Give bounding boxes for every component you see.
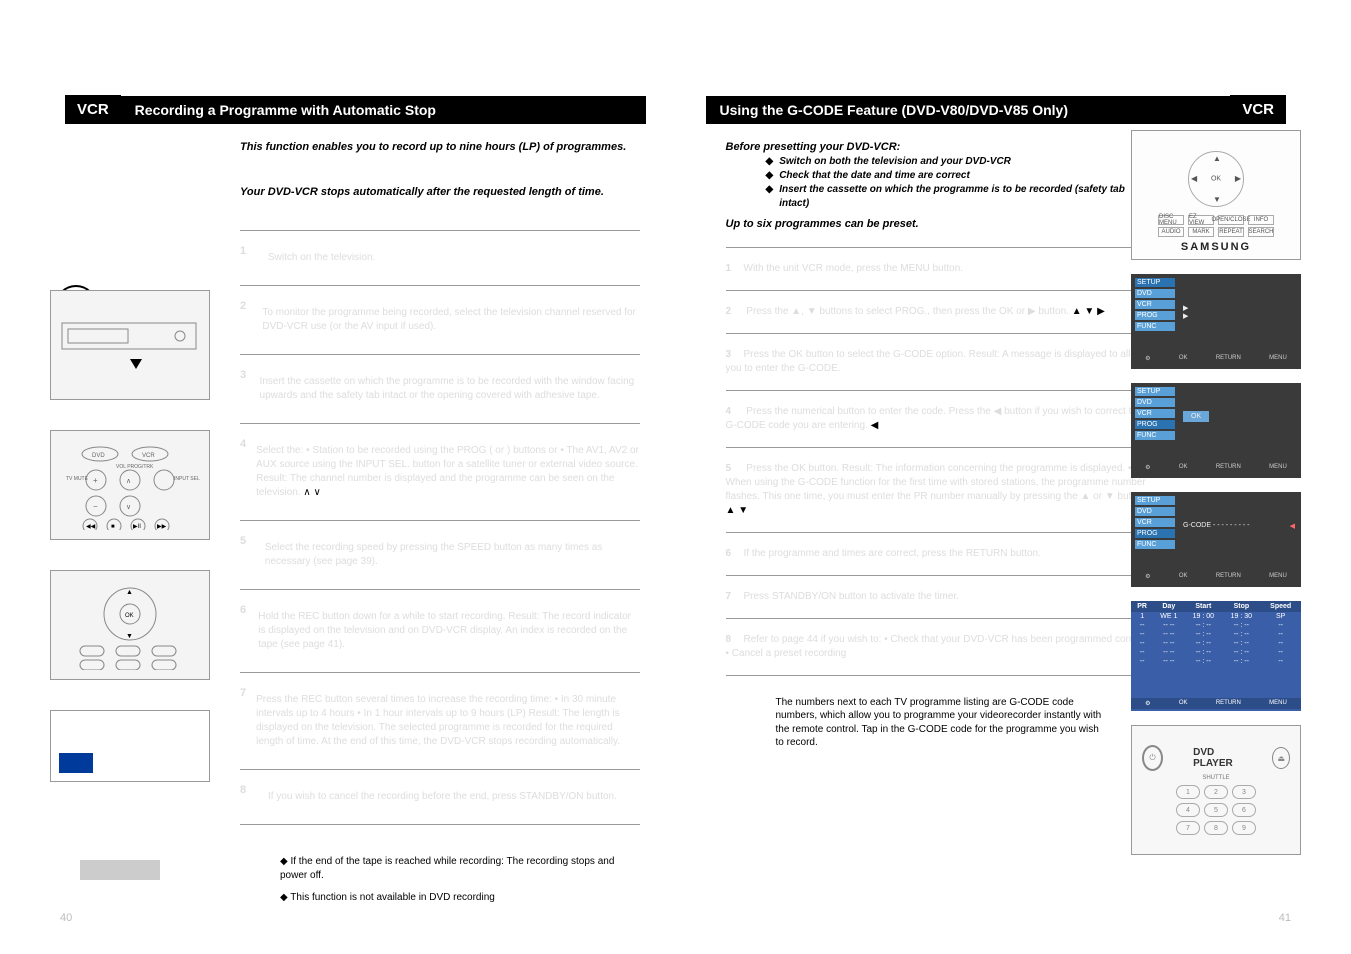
down-triangle-icon: ▼ — [1084, 306, 1094, 317]
schedule-row: ---- ---- : ---- : ---- — [1131, 648, 1301, 657]
right-body: Before presetting your DVD-VCR: Switch o… — [726, 140, 1156, 750]
left-page: DVD VCR + − ∧ ∨ TV MUTE INPUT SEL. VOL P… — [40, 90, 656, 905]
step-4: Select the: • Station to be recorded usi… — [256, 444, 640, 500]
page-number-right: 41 — [1279, 912, 1291, 924]
step-3: Insert the cassette on which the program… — [260, 375, 640, 403]
remote-dpad-icon: OK ▲ ▼ — [60, 580, 200, 670]
note-1: If the end of the tape is reached while … — [280, 855, 640, 883]
schedule-table: PR Day Start Stop Speed 1WE 119 : 0019 :… — [1131, 601, 1301, 666]
svg-text:■: ■ — [111, 524, 115, 530]
svg-text:VCR: VCR — [142, 453, 155, 459]
schedule-table-osd: PR Day Start Stop Speed 1WE 119 : 0019 :… — [1131, 601, 1301, 711]
vcr-panel-icon — [60, 315, 200, 375]
remote-upper-icon: DVD VCR + − ∧ ∨ TV MUTE INPUT SEL. VOL P… — [60, 440, 200, 530]
pre-item-1: Switch on both the television and your D… — [766, 155, 1156, 169]
ok-chip: OK — [1183, 411, 1209, 422]
record-osd-illustration — [50, 710, 210, 782]
intro-line-1: This function enables you to record up t… — [240, 140, 640, 155]
svg-text:DVD: DVD — [92, 453, 105, 459]
schedule-row: 1WE 119 : 0019 : 30SP — [1131, 612, 1301, 621]
rstep-6: If the programme and times are correct, … — [744, 548, 1041, 559]
right-triangle-icon: ▶ — [1097, 306, 1105, 317]
osd-menu-2: SETUP DVD VCR PROG FUNC OK ⚙OKRETURNMENU — [1131, 383, 1301, 478]
svg-text:▼: ▼ — [126, 633, 133, 640]
remote-row-1: DISC MENU EZ VIEW OPEN/CLOSE INFO — [1158, 215, 1274, 225]
prog-down-icon: ∨ — [313, 487, 320, 498]
up-triangle-icon: ▲ — [1072, 306, 1082, 317]
right-steps: 1With the unit VCR mode, press the MENU … — [726, 247, 1156, 676]
side-tab-stripe — [80, 860, 160, 880]
pre-list: Before presetting your DVD-VCR: Switch o… — [726, 140, 1156, 233]
svg-text:▶II: ▶II — [133, 524, 141, 530]
back-arrow-icon: ◀ — [1290, 522, 1295, 530]
rstep-7: Press STANDBY/ON button to activate the … — [744, 591, 959, 602]
remote-row-2: AUDIO MARK REPEAT SEARCH — [1158, 227, 1274, 237]
down-triangle-icon-2: ▼ — [738, 505, 748, 516]
vcr-front-panel-illustration — [50, 290, 210, 400]
rstep-1: With the unit VCR mode, press the MENU b… — [744, 263, 964, 274]
numeric-keys: 1 2 3 4 5 6 7 8 9 — [1176, 785, 1256, 835]
rstep-3: Press the OK button to select the G-CODE… — [726, 349, 1144, 374]
intro-line-2: Your DVD-VCR stops automatically after t… — [240, 185, 640, 200]
svg-text:+: + — [93, 476, 98, 485]
schedule-row: ---- ---- : ---- : ---- — [1131, 639, 1301, 648]
record-indicator-icon — [59, 753, 93, 773]
svg-text:∧: ∧ — [126, 478, 131, 485]
remote-buttons-illustration-1: DVD VCR + − ∧ ∨ TV MUTE INPUT SEL. VOL P… — [50, 430, 210, 540]
prog-up-icon: ∧ — [303, 487, 310, 498]
standby-icon: ⏻ — [1142, 745, 1163, 771]
gcode-note: The numbers next to each TV programme li… — [776, 696, 1106, 750]
schedule-row: ---- ---- : ---- : ---- — [1131, 630, 1301, 639]
pre-foot: Up to six programmes can be preset. — [726, 217, 1156, 232]
svg-text:▲: ▲ — [126, 589, 133, 596]
rstep-2: Press the ▲, ▼ buttons to select PROG., … — [746, 306, 1069, 317]
note-2: This function is not available in DVD re… — [280, 891, 640, 905]
right-page: Before presetting your DVD-VCR: Switch o… — [696, 90, 1312, 905]
samsung-remote-illustration: ▲ ▼ ◀ ▶ DISC MENU EZ VIEW OPEN/CLOSE INF… — [1131, 130, 1301, 260]
shuttle-label: SHUTTLE — [1202, 775, 1229, 781]
dvd-player-logo: DVD PLAYER — [1193, 747, 1242, 769]
left-triangle-icon: ◀ — [871, 420, 879, 431]
menu-arrows: ▶▶ — [1183, 304, 1295, 320]
left-illustrations: DVD VCR + − ∧ ∨ TV MUTE INPUT SEL. VOL P… — [50, 290, 220, 782]
page-number-left: 40 — [60, 912, 72, 924]
svg-text:−: − — [93, 502, 98, 511]
left-steps: 1Switch on the television. 2To monitor t… — [240, 230, 640, 825]
step-6: Hold the REC button down for a while to … — [258, 610, 640, 652]
osd-menu-1: SETUP DVD VCR PROG FUNC ▶▶ ⚙OKRETURNMENU — [1131, 274, 1301, 369]
step-5: Select the recording speed by pressing t… — [265, 541, 640, 569]
gcode-entry-field: G-CODE - - - - - - - - - — [1183, 522, 1249, 529]
numeric-remote-illustration: ⏻ DVD PLAYER ⏏ SHUTTLE 1 2 3 4 5 6 7 8 9 — [1131, 725, 1301, 855]
rstep-8: Refer to page 44 if you wish to: • Check… — [726, 634, 1153, 659]
pre-item-2: Check that the date and time are correct — [766, 169, 1156, 183]
schedule-row: ---- ---- : ---- : ---- — [1131, 657, 1301, 666]
eject-icon: ⏏ — [1272, 747, 1290, 769]
svg-text:▶▶: ▶▶ — [157, 524, 167, 530]
remote-dpad-illustration: OK ▲ ▼ — [50, 570, 210, 680]
schedule-row: ---- ---- : ---- : ---- — [1131, 621, 1301, 630]
samsung-logo: SAMSUNG — [1181, 241, 1251, 253]
svg-text:TV MUTE: TV MUTE — [66, 476, 89, 482]
step-2: To monitor the programme being recorded,… — [262, 306, 640, 334]
step-8: If you wish to cancel the recording befo… — [268, 790, 617, 804]
pre-item-3: Insert the cassette on which the program… — [766, 183, 1156, 211]
right-illustrations: ▲ ▼ ◀ ▶ DISC MENU EZ VIEW OPEN/CLOSE INF… — [1131, 130, 1311, 855]
step-1: Switch on the television. — [268, 251, 375, 265]
left-body: This function enables you to record up t… — [240, 140, 640, 905]
svg-text:VOL PROG/TRK: VOL PROG/TRK — [116, 464, 154, 470]
rstep-5: Press the OK button. Result: The informa… — [726, 463, 1154, 502]
svg-text:OK: OK — [125, 613, 134, 619]
svg-text:◀◀: ◀◀ — [86, 524, 96, 530]
up-triangle-icon-2: ▲ — [726, 505, 736, 516]
osd-menu-3: SETUP DVD VCR PROG FUNC G-CODE - - - - -… — [1131, 492, 1301, 587]
svg-text:INPUT SEL.: INPUT SEL. — [174, 476, 200, 482]
left-notes: If the end of the tape is reached while … — [280, 855, 640, 905]
pre-title: Before presetting your DVD-VCR: — [726, 140, 1156, 155]
dpad-icon: ▲ ▼ ◀ ▶ — [1188, 151, 1244, 207]
svg-text:∨: ∨ — [126, 504, 131, 511]
step-7: Press the REC button several times to in… — [256, 693, 640, 749]
rstep-4: Press the numerical button to enter the … — [726, 406, 1143, 431]
